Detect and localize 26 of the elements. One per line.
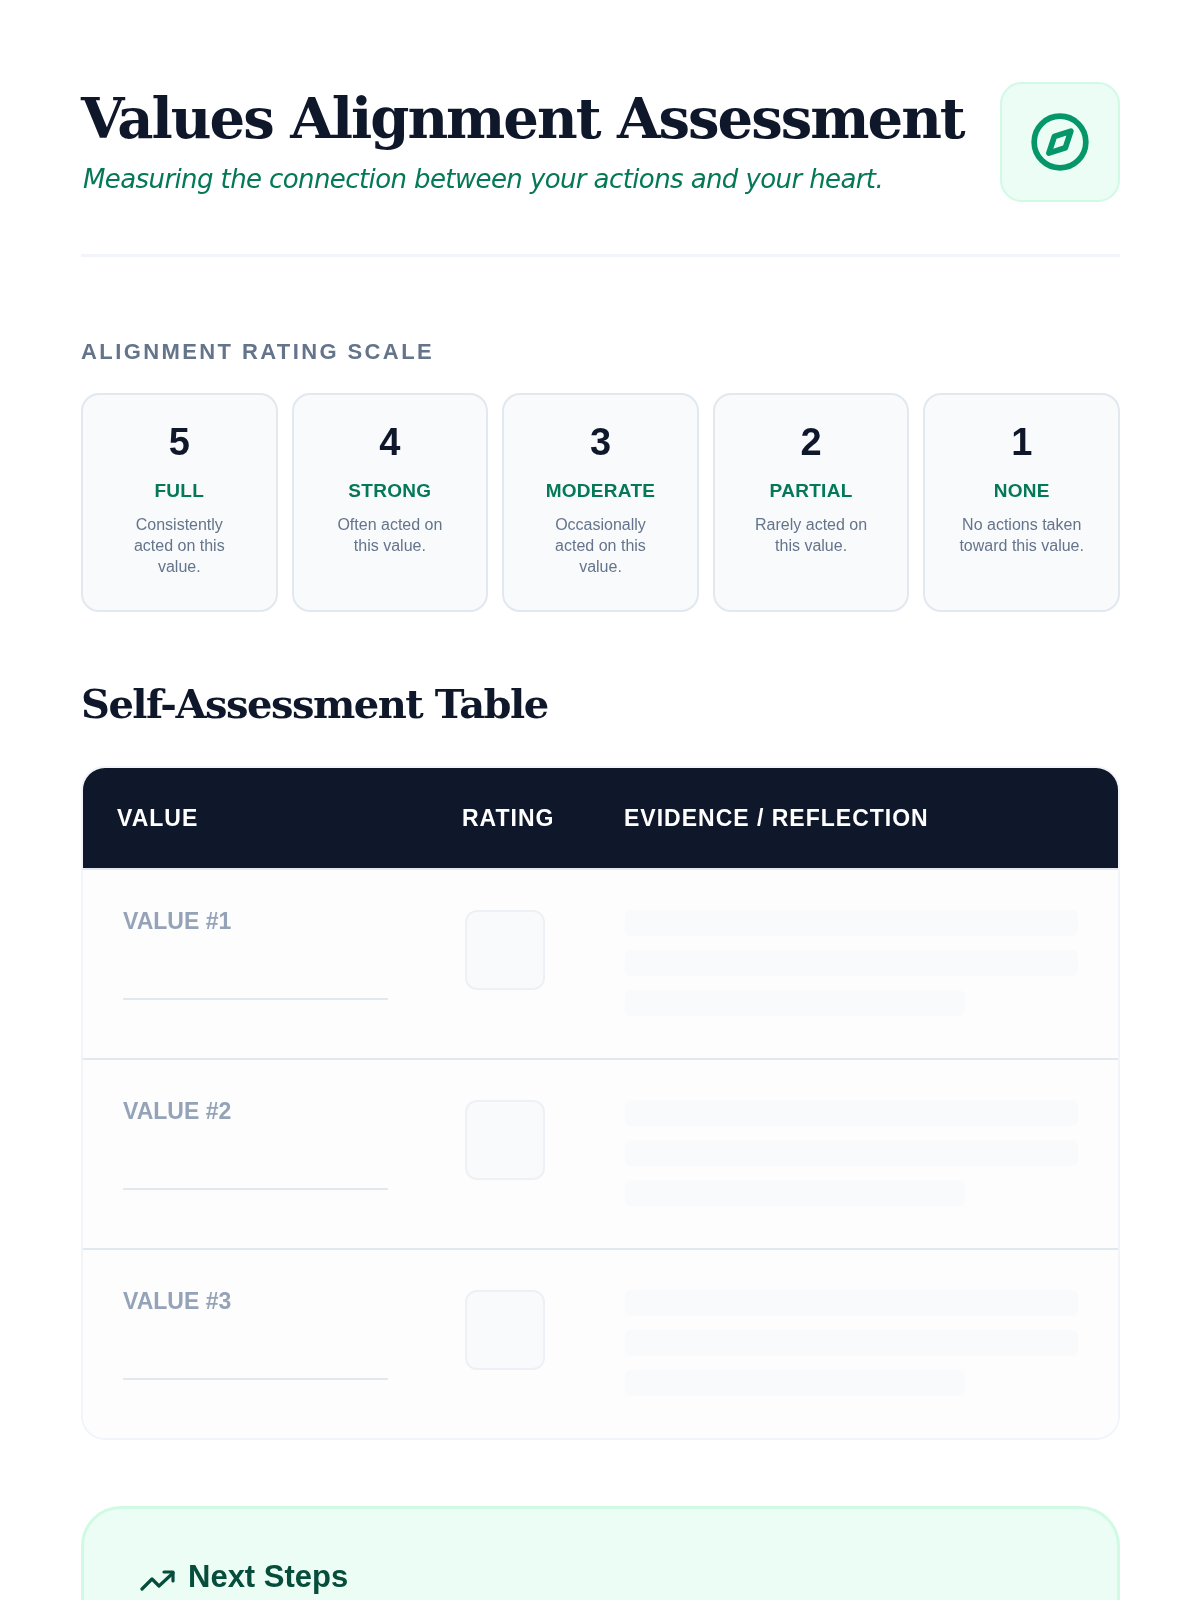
value-label: VALUE #2: [123, 1100, 233, 1123]
panel-title: Next Steps: [188, 1561, 349, 1592]
rating-number: 3: [589, 423, 612, 461]
rating-description: Consistently acted on this value.: [132, 515, 226, 577]
rating-description: Rarely acted on this value.: [754, 515, 869, 556]
rating-number: 2: [800, 423, 822, 461]
column-header: VALUE: [117, 806, 200, 830]
rating-number: 5: [168, 423, 190, 461]
rating-number: 4: [379, 423, 401, 461]
rating-label: FULL: [154, 481, 205, 500]
column-header: RATING: [462, 806, 556, 830]
rating-label: MODERATE: [545, 481, 656, 500]
rating-label: PARTIAL: [769, 481, 853, 500]
rating-description: Often acted on this value.: [336, 515, 444, 556]
value-label: VALUE #1: [123, 910, 233, 933]
value-label: VALUE #3: [123, 1290, 233, 1313]
rating-number: 1: [1011, 423, 1033, 461]
page-title: Values Alignment Assessment: [81, 86, 964, 151]
rating-description: Occasionally acted on this value.: [554, 515, 647, 577]
rating-label: NONE: [993, 481, 1050, 500]
section-label: ALIGNMENT RATING SCALE: [81, 341, 436, 363]
page-subtitle: Measuring the connection between your actions and your heart.: [83, 164, 885, 196]
column-header: EVIDENCE / REFLECTION: [624, 806, 930, 830]
rating-label: STRONG: [348, 481, 432, 500]
section-title: Self-Assessment Table: [81, 682, 549, 726]
rating-description: No actions taken toward this value.: [958, 515, 1085, 556]
